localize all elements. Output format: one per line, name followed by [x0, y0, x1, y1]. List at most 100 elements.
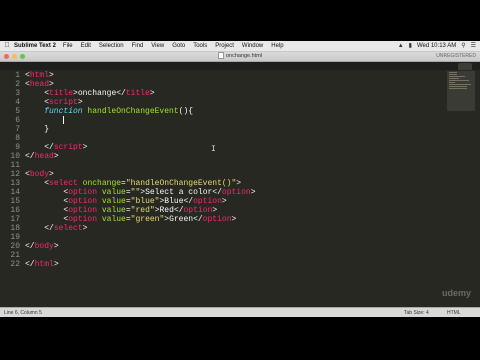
- code-line[interactable]: </html>: [25, 260, 425, 269]
- line-number: 4: [15, 98, 20, 107]
- code-token: >: [221, 197, 227, 206]
- code-token: function: [44, 107, 83, 116]
- minimap-line: [449, 84, 471, 85]
- code-token: html: [34, 260, 54, 269]
- minimap[interactable]: [447, 71, 475, 111]
- line-number: 6: [15, 116, 20, 125]
- line-number: 20: [10, 242, 20, 251]
- code-line[interactable]: [25, 251, 425, 260]
- code-line[interactable]: </script>: [25, 143, 425, 152]
- menu-bar:  Sublime Text 2 File Edit Selection Fin…: [0, 41, 480, 52]
- code-token: option: [193, 197, 222, 206]
- code-token: option: [68, 215, 98, 224]
- code-token: body: [34, 242, 54, 251]
- code-token: >onchange</: [73, 89, 126, 98]
- code-token: </: [25, 152, 35, 161]
- code-token: <: [25, 179, 50, 188]
- menu-goto[interactable]: Goto: [172, 41, 185, 51]
- minimap-line: [449, 86, 467, 87]
- code-token: >Red</: [154, 206, 184, 215]
- clock[interactable]: Wed 10:13 AM: [417, 41, 456, 51]
- code-line[interactable]: <option value="">Select a color</option>: [25, 188, 425, 197]
- minimap-line: [449, 80, 469, 81]
- code-token: script: [53, 143, 83, 152]
- code-token: option: [68, 188, 98, 197]
- line-number: 8: [15, 134, 20, 143]
- battery-icon[interactable]: ▮: [409, 41, 412, 51]
- line-number: 18: [10, 224, 20, 233]
- minimap-line: [449, 82, 455, 83]
- menu-file[interactable]: File: [63, 41, 73, 51]
- menu-find[interactable]: Find: [132, 41, 144, 51]
- code-line[interactable]: </head>: [25, 152, 425, 161]
- menu-edit[interactable]: Edit: [81, 41, 91, 51]
- code-token: >: [82, 224, 88, 233]
- code-token: >: [77, 98, 83, 107]
- menu-project[interactable]: Project: [215, 41, 234, 51]
- code-token: >: [236, 179, 242, 188]
- code-token: html: [29, 71, 50, 80]
- menu-window[interactable]: Window: [242, 41, 263, 51]
- code-token: value: [101, 197, 126, 206]
- code-line[interactable]: [25, 134, 425, 143]
- line-number: 11: [10, 161, 20, 170]
- line-number: 17: [10, 215, 20, 224]
- code-token: >: [49, 170, 54, 179]
- syntax-selector[interactable]: HTML: [447, 308, 461, 317]
- code-token: (){: [178, 107, 194, 116]
- code-line[interactable]: <select onchange="handleOnChangeEvent()"…: [25, 179, 425, 188]
- code-line[interactable]: <option value="red">Red</option>: [25, 206, 425, 215]
- title-bar: onchange.html UNREGISTERED: [0, 52, 480, 62]
- code-token: <: [25, 89, 50, 98]
- line-number: 1: [15, 71, 20, 80]
- code-line[interactable]: </select>: [25, 224, 425, 233]
- code-token: <: [25, 98, 50, 107]
- code-line[interactable]: <option value="green">Green</option>: [25, 215, 425, 224]
- mouse-ibeam-icon: I: [211, 145, 216, 154]
- code-token: >: [49, 80, 54, 89]
- code-token: <: [25, 206, 69, 215]
- tab-size-selector[interactable]: Tab Size: 4: [404, 308, 429, 317]
- code-line[interactable]: <head>: [25, 80, 425, 89]
- code-line[interactable]: [25, 116, 425, 125]
- code-editor[interactable]: <html> <head> <title>onchange</title> <sc…: [25, 71, 425, 317]
- wifi-icon[interactable]: ▲: [398, 41, 404, 51]
- code-line[interactable]: <option value="blue">Blue</option>: [25, 197, 425, 206]
- code-line[interactable]: function handleOnChangeEvent(){: [25, 107, 425, 116]
- code-token: </: [25, 260, 35, 269]
- list-icon[interactable]: ☰: [471, 41, 476, 51]
- code-token: value: [101, 188, 126, 197]
- code-line[interactable]: [25, 233, 425, 242]
- code-line[interactable]: <script>: [25, 98, 425, 107]
- code-token: script: [49, 98, 78, 107]
- minimap-line: [449, 76, 465, 77]
- code-line[interactable]: <body>: [25, 170, 425, 179]
- menu-view[interactable]: View: [151, 41, 164, 51]
- line-number: 3: [15, 89, 20, 98]
- app-menu[interactable]: Sublime Text 2: [14, 41, 56, 51]
- code-token: onchange: [82, 179, 122, 188]
- status-bar: Line 6, Column 5 Tab Size: 4 HTML: [0, 307, 480, 317]
- code-line[interactable]: <title>onchange</title>: [25, 89, 425, 98]
- menu-help[interactable]: Help: [271, 41, 283, 51]
- code-token: }: [25, 125, 50, 134]
- line-number: 2: [15, 80, 20, 89]
- code-line[interactable]: [25, 161, 425, 170]
- code-line[interactable]: </body>: [25, 242, 425, 251]
- line-number: 21: [10, 251, 20, 260]
- menu-selection[interactable]: Selection: [99, 41, 124, 51]
- minimap-line: [449, 72, 457, 73]
- code-line[interactable]: }: [25, 125, 425, 134]
- window-title-text: onchange.html: [225, 53, 263, 59]
- code-token: </: [25, 242, 35, 251]
- code-token: head: [34, 152, 54, 161]
- menu-tools[interactable]: Tools: [193, 41, 207, 51]
- tab-active[interactable]: [458, 63, 472, 70]
- apple-icon[interactable]: : [0, 41, 14, 51]
- spotlight-icon[interactable]: ⚲: [461, 41, 465, 51]
- unregistered-label: UNREGISTERED: [436, 53, 476, 59]
- line-number-gutter: 1 2 3 4 5 6 7 8 9 10 11 12 13 14 15 16 17 18 19 20 21 22: [0, 71, 20, 317]
- code-line[interactable]: <html>: [25, 71, 425, 80]
- udemy-watermark: udemy: [442, 288, 472, 298]
